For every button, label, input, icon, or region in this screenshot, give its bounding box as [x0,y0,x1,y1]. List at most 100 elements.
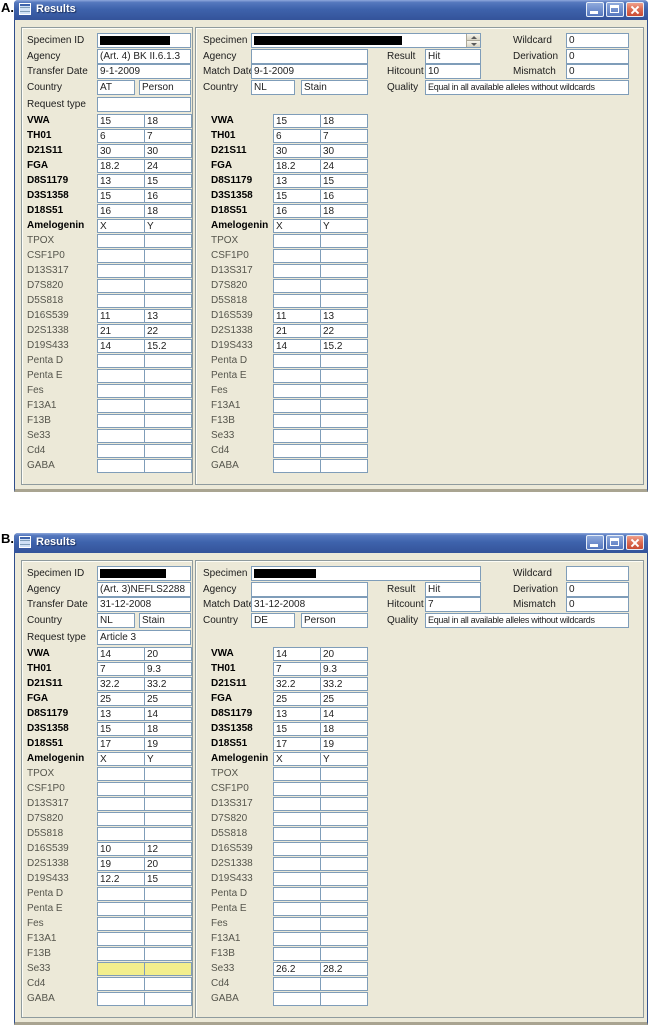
allele-field-2[interactable] [320,872,368,886]
allele-field-1[interactable] [97,992,145,1006]
allele-field-1[interactable]: 14 [97,647,145,661]
allele-field-1[interactable] [97,947,145,961]
country-code-field[interactable]: DE [251,613,295,628]
mismatch-field[interactable]: 0 [566,597,629,612]
allele-field-2[interactable]: 15.2 [144,339,192,353]
allele-field-1[interactable]: 12.2 [97,872,145,886]
allele-field-1[interactable]: 18.2 [97,159,145,173]
allele-field-2[interactable] [144,902,192,916]
allele-field-1[interactable] [273,369,321,383]
allele-field-1[interactable]: 10 [97,842,145,856]
allele-field-2[interactable] [320,992,368,1006]
allele-field-2[interactable]: Y [144,752,192,766]
specimen-id-field[interactable] [97,566,191,581]
allele-field-2[interactable]: 19 [144,737,192,751]
maximize-button[interactable] [606,535,624,550]
allele-field-1[interactable]: 11 [273,309,321,323]
allele-field-2[interactable] [320,234,368,248]
allele-field-1[interactable] [97,354,145,368]
allele-field-2[interactable]: 13 [144,309,192,323]
allele-field-1[interactable]: X [273,752,321,766]
allele-field-1[interactable]: X [97,219,145,233]
result-dropdown[interactable]: Hit [425,582,481,597]
allele-field-1[interactable]: 30 [97,144,145,158]
allele-field-2[interactable] [144,812,192,826]
allele-field-1[interactable] [273,782,321,796]
allele-field-2[interactable] [144,977,192,991]
allele-field-1[interactable] [97,264,145,278]
allele-field-1[interactable]: 13 [273,174,321,188]
allele-field-2[interactable] [144,399,192,413]
allele-field-1[interactable] [273,444,321,458]
allele-field-2[interactable]: 24 [144,159,192,173]
allele-field-1[interactable]: X [97,752,145,766]
allele-field-1[interactable] [273,234,321,248]
allele-field-2[interactable] [144,827,192,841]
allele-field-1[interactable]: 15 [273,189,321,203]
allele-field-2[interactable] [144,234,192,248]
allele-field-1[interactable] [273,399,321,413]
allele-field-1[interactable] [97,384,145,398]
allele-field-1[interactable] [273,767,321,781]
specimen-id-spinner[interactable] [466,34,480,47]
allele-field-1[interactable]: 14 [97,339,145,353]
allele-field-2[interactable] [144,459,192,473]
allele-field-1[interactable] [97,887,145,901]
allele-field-1[interactable] [273,797,321,811]
allele-field-1[interactable] [273,872,321,886]
allele-field-1[interactable]: 32.2 [97,677,145,691]
allele-field-2[interactable]: 18 [320,722,368,736]
allele-field-1[interactable]: X [273,219,321,233]
allele-field-1[interactable]: 7 [97,662,145,676]
allele-field-2[interactable]: 9.3 [144,662,192,676]
quality-dropdown[interactable]: Equal in all available alleles without w… [425,80,629,95]
allele-field-2[interactable]: 30 [144,144,192,158]
allele-field-2[interactable] [144,354,192,368]
allele-field-1[interactable]: 17 [273,737,321,751]
allele-field-1[interactable] [97,902,145,916]
allele-field-1[interactable] [273,264,321,278]
allele-field-2[interactable]: 25 [320,692,368,706]
allele-field-2[interactable]: 18 [144,114,192,128]
specimen-id-field[interactable] [251,33,481,48]
allele-field-1[interactable]: 19 [97,857,145,871]
allele-field-1[interactable] [97,429,145,443]
allele-field-2[interactable]: 22 [144,324,192,338]
derivation-field[interactable]: 0 [566,582,629,597]
country-code-field[interactable]: AT [97,80,135,95]
allele-field-2[interactable] [320,444,368,458]
allele-field-2[interactable] [320,947,368,961]
agency-field[interactable]: (Art. 3)NEFLS2288 [97,582,191,597]
allele-field-1[interactable]: 13 [97,707,145,721]
allele-field-1[interactable] [97,444,145,458]
country-code-field[interactable]: NL [251,80,295,95]
allele-field-1[interactable] [273,917,321,931]
allele-field-1[interactable] [97,294,145,308]
allele-field-2[interactable] [144,887,192,901]
result-dropdown[interactable]: Hit [425,49,481,64]
allele-field-1[interactable] [273,842,321,856]
allele-field-1[interactable] [97,977,145,991]
allele-field-2[interactable]: 18 [320,204,368,218]
allele-field-2[interactable] [320,767,368,781]
maximize-button[interactable] [606,2,624,17]
allele-field-1[interactable]: 6 [273,129,321,143]
allele-field-1[interactable]: 25 [273,692,321,706]
specimen-type-dropdown[interactable]: Person [139,80,191,95]
allele-field-1[interactable]: 18.2 [273,159,321,173]
allele-field-1[interactable] [97,249,145,263]
allele-field-1[interactable] [97,782,145,796]
allele-field-1[interactable] [97,827,145,841]
allele-field-2[interactable] [320,812,368,826]
allele-field-2[interactable]: 20 [144,647,192,661]
allele-field-2[interactable] [144,767,192,781]
allele-field-2[interactable] [320,384,368,398]
allele-field-1[interactable]: 21 [273,324,321,338]
allele-field-2[interactable]: 15 [320,174,368,188]
allele-field-2[interactable]: Y [320,219,368,233]
allele-field-2[interactable] [320,264,368,278]
allele-field-1[interactable]: 16 [97,204,145,218]
close-button[interactable] [626,535,644,550]
allele-field-2[interactable]: Y [144,219,192,233]
hitcount-field[interactable]: 10 [425,64,481,79]
